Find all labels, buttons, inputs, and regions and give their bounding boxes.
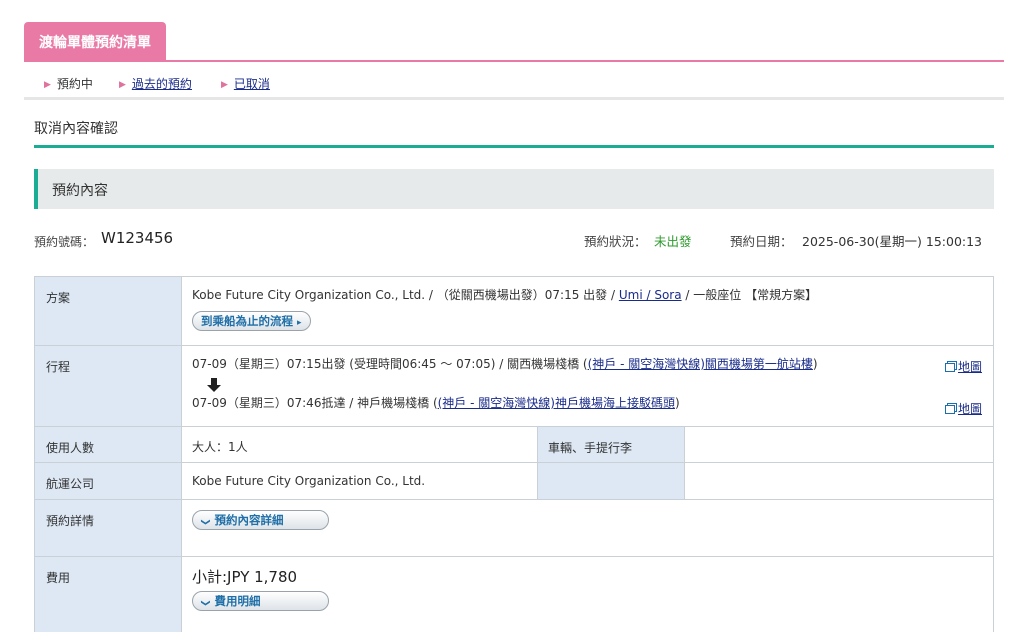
arrival-terminal-link[interactable]: (神戶 - 關空海灣快線)神戶機場海上接駁碼頭 (438, 396, 675, 410)
chevron-right-icon: ▸ (297, 318, 302, 328)
subnav-item-cancelled[interactable]: ▶ 已取消 (221, 76, 270, 93)
company-extra-cell (537, 463, 685, 499)
plan-text: Kobe Future City Organization Co., Ltd. … (192, 288, 616, 302)
arrival-map-link[interactable]: 地圖 (944, 400, 982, 417)
row-label-company: 航運公司 (35, 463, 182, 499)
table-row-plan: 方案 Kobe Future City Organization Co., Lt… (35, 277, 993, 346)
tab-bar: 渡輪單體預約清單 (24, 22, 1004, 62)
arrow-down-icon (207, 378, 221, 392)
reservation-detail-table: 方案 Kobe Future City Organization Co., Lt… (34, 276, 994, 632)
page-title: 取消內容確認 (34, 121, 118, 137)
plan-cell: Kobe Future City Organization Co., Ltd. … (182, 277, 993, 331)
external-window-icon (944, 363, 955, 372)
reservation-status-label: 預約狀況： (584, 234, 647, 249)
departure-map-link[interactable]: 地圖 (944, 358, 982, 375)
departure-text: 07-09（星期三）07:15出發 (受理時間06:45 ～ 07:05) / … (192, 357, 588, 371)
subnav-item-past[interactable]: ▶ 過去的預約 (119, 76, 192, 93)
tab-ferry-reservations[interactable]: 渡輪單體預約清單 (24, 22, 166, 62)
vehicle-label: 車輛、手提行李 (537, 427, 685, 462)
arrival-text: 07-09（星期三）07:46抵達 / 神戶機場棧橋 ( (192, 396, 438, 410)
fee-cell: 小計:JPY 1,780 ❯ 費用明細 (182, 557, 993, 611)
section-title: 預約內容 (52, 183, 108, 199)
ship-link[interactable]: Umi / Sora (619, 288, 682, 302)
departure-close: ) (812, 357, 818, 371)
double-chevron-down-icon: ❯ (199, 599, 210, 607)
table-row-people: 使用人數 大人：1人 車輛、手提行李 (35, 427, 993, 463)
itinerary-cell: 07-09（星期三）07:15出發 (受理時間06:45 ～ 07:05) / … (182, 346, 993, 416)
reservation-number-label: 預約號碼： (34, 235, 95, 249)
row-label-fee: 費用 (35, 557, 182, 632)
row-label-details: 預約詳情 (35, 500, 182, 556)
triangle-right-icon: ▶ (44, 80, 51, 90)
departure-terminal-link[interactable]: (神戶 - 關空海灣快線)關西機場第一航站樓 (588, 357, 813, 371)
fee-subtotal: 小計:JPY 1,780 (192, 568, 298, 586)
row-label-people: 使用人數 (35, 427, 182, 462)
arrival-close: ) (674, 396, 680, 410)
reservation-date: 2025-06-30(星期一) 15:00:13 (802, 234, 983, 249)
reservation-date-label: 預約日期： (730, 234, 793, 249)
title-divider (34, 145, 994, 148)
table-row-company: 航運公司 Kobe Future City Organization Co., … (35, 463, 993, 500)
double-chevron-down-icon: ❯ (199, 518, 210, 526)
section-header: 預約內容 (34, 169, 994, 209)
row-label-itinerary: 行程 (35, 346, 182, 426)
table-row-itinerary: 行程 07-09（星期三）07:15出發 (受理時間06:45 ～ 07:05)… (35, 346, 993, 427)
boarding-flow-button[interactable]: 到乘船為止的流程 ▸ (192, 311, 311, 331)
triangle-right-icon: ▶ (221, 80, 228, 90)
triangle-right-icon: ▶ (119, 80, 126, 90)
subnav-item-active[interactable]: ▶ 預約中 (44, 76, 93, 93)
plan-seat-text: / 一般座位 【常規方案】 (685, 288, 818, 302)
details-cell: ❯ 預約內容詳細 (182, 500, 993, 530)
fee-detail-button[interactable]: ❯ 費用明細 (192, 591, 329, 611)
external-window-icon (944, 405, 955, 414)
sub-navigation: ▶ 預約中 ▶ 過去的預約 ▶ 已取消 (24, 70, 1004, 100)
reservation-status: 未出發 (654, 234, 692, 249)
row-label-plan: 方案 (35, 277, 182, 345)
reservation-number: W123456 (101, 229, 174, 247)
table-row-fee: 費用 小計:JPY 1,780 ❯ 費用明細 (35, 557, 993, 632)
table-row-details: 預約詳情 ❯ 預約內容詳細 (35, 500, 993, 557)
reservation-detail-button[interactable]: ❯ 預約內容詳細 (192, 510, 329, 530)
